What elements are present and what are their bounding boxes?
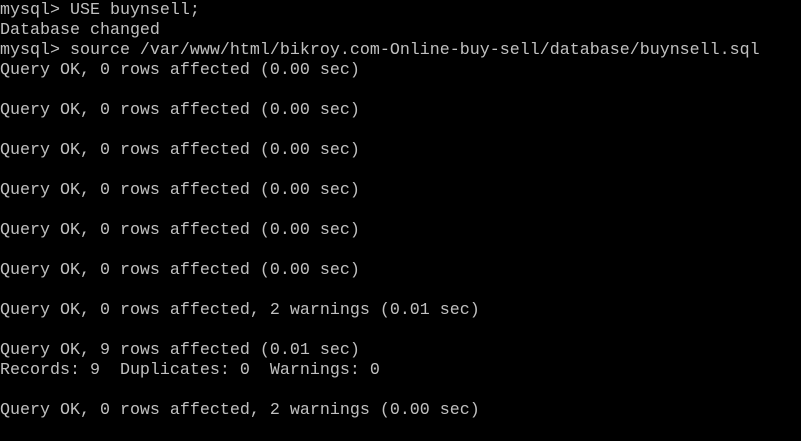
terminal-line: mysql> USE buynsell; <box>0 1 200 20</box>
terminal-line: Query OK, 0 rows affected (0.00 sec) <box>0 261 360 280</box>
terminal-line: Query OK, 0 rows affected (0.00 sec) <box>0 61 360 80</box>
terminal-line: Query OK, 0 rows affected (0.00 sec) <box>0 221 360 240</box>
terminal-line: Query OK, 0 rows affected (0.00 sec) <box>0 181 360 200</box>
terminal-line: Query OK, 9 rows affected (0.01 sec) <box>0 341 360 360</box>
terminal-output[interactable]: mysql> USE buynsell; Database changed mysq… <box>0 1 801 441</box>
terminal-line: Database changed <box>0 21 160 40</box>
terminal-line: mysql> source /var/www/html/bikroy.com-O… <box>0 41 760 60</box>
terminal-line: Query OK, 0 rows affected, 2 warnings (0… <box>0 401 480 420</box>
terminal-line: Query OK, 0 rows affected, 2 warnings (0… <box>0 301 480 320</box>
terminal-line: Query OK, 0 rows affected (0.00 sec) <box>0 101 360 120</box>
terminal-line: Records: 9 Duplicates: 0 Warnings: 0 <box>0 361 380 380</box>
terminal-line: Query OK, 0 rows affected (0.00 sec) <box>0 141 360 160</box>
